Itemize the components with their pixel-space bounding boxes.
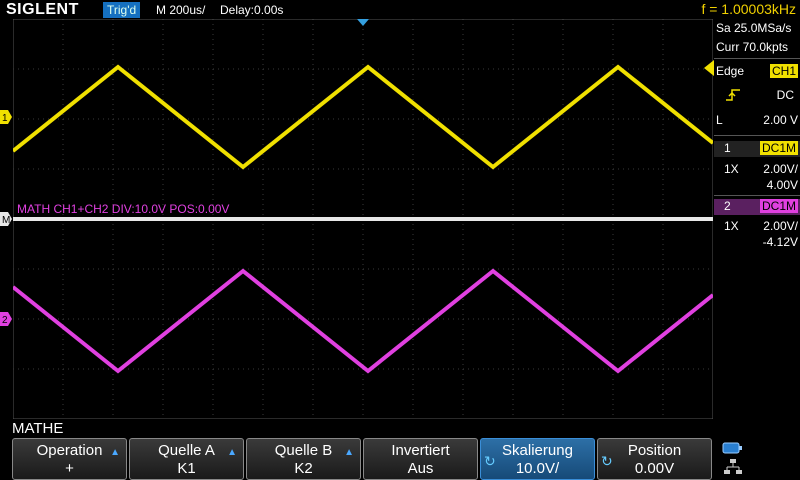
math-offset-marker[interactable]: M	[0, 212, 12, 226]
trigger-source: CH1	[769, 64, 798, 78]
softkey-operation[interactable]: ▲ Operation +	[12, 438, 127, 480]
ch1-trace	[13, 64, 713, 170]
ch1-offset: 4.00V	[766, 178, 798, 192]
math-label: MATH CH1+CH2 DIV:10.0V POS:0.00V	[17, 202, 229, 216]
ch1-offset-marker[interactable]: 1	[0, 110, 12, 124]
top-status-bar: SIGLENT Trig'd M 200us/ Delay:0.00s f = …	[0, 0, 800, 20]
frequency-readout: f = 1.00003kHz	[701, 1, 796, 17]
softkey-invert[interactable]: Invertiert Aus	[363, 438, 478, 480]
trigger-status-badge[interactable]: Trig'd	[103, 2, 141, 18]
ch1-number: 1	[724, 141, 731, 155]
ch1-probe: 1X	[724, 162, 739, 176]
ch2-offset: -4.12V	[762, 235, 798, 249]
ch2-number: 2	[724, 199, 731, 213]
softkey-bar: ▲ Operation + ▲ Quelle A K1 ▲ Quelle B K…	[0, 438, 800, 480]
ch2-coupling: DC1M	[759, 199, 798, 213]
ch2-scale: 2.00V/	[763, 219, 798, 233]
menu-title: MATHE	[12, 420, 64, 437]
timebase-readout[interactable]: M 200us/	[156, 3, 205, 17]
softkey-source-a[interactable]: ▲ Quelle A K1	[129, 438, 244, 480]
ch2-info-header[interactable]: 2 DC1M	[714, 199, 800, 215]
softkey-scale[interactable]: ↻ Skalierung 10.0V/	[480, 438, 595, 480]
memory-depth-readout: Curr 70.0kpts	[716, 40, 789, 54]
svg-text:1: 1	[2, 113, 8, 124]
rising-edge-icon	[726, 89, 740, 101]
ch2-probe: 1X	[724, 219, 739, 233]
brand-logo: SIGLENT	[6, 1, 79, 18]
softkey-position[interactable]: ↻ Position 0.00V	[597, 438, 712, 480]
trigger-coupling: DC	[776, 88, 794, 102]
delay-readout[interactable]: Delay:0.00s	[220, 3, 283, 17]
ch1-coupling: DC1M	[759, 141, 798, 155]
ch1-info-header[interactable]: 1 DC1M	[714, 141, 800, 157]
softkey-source-b[interactable]: ▲ Quelle B K2	[246, 438, 361, 480]
usb-storage-icon[interactable]	[722, 442, 742, 454]
waveform-display[interactable]: MATH CH1+CH2 DIV:10.0V POS:0.00V	[13, 19, 713, 419]
trigger-level-marker[interactable]	[704, 60, 714, 76]
svg-text:M: M	[2, 215, 10, 226]
right-info-panel: Sa 25.0MSa/s Curr 70.0kpts Edge CH1 DC L…	[714, 19, 800, 419]
network-icon[interactable]	[724, 458, 742, 476]
svg-text:2: 2	[2, 315, 8, 326]
trigger-position-marker[interactable]	[357, 19, 369, 26]
trigger-level-value: 2.00 V	[763, 113, 798, 127]
ch2-trace	[13, 268, 713, 374]
sample-rate-readout: Sa 25.0MSa/s	[716, 21, 792, 35]
ch1-scale: 2.00V/	[763, 162, 798, 176]
ch2-offset-marker[interactable]: 2	[0, 312, 12, 326]
trigger-level-label: L	[716, 113, 723, 127]
trigger-type: Edge	[716, 64, 745, 78]
